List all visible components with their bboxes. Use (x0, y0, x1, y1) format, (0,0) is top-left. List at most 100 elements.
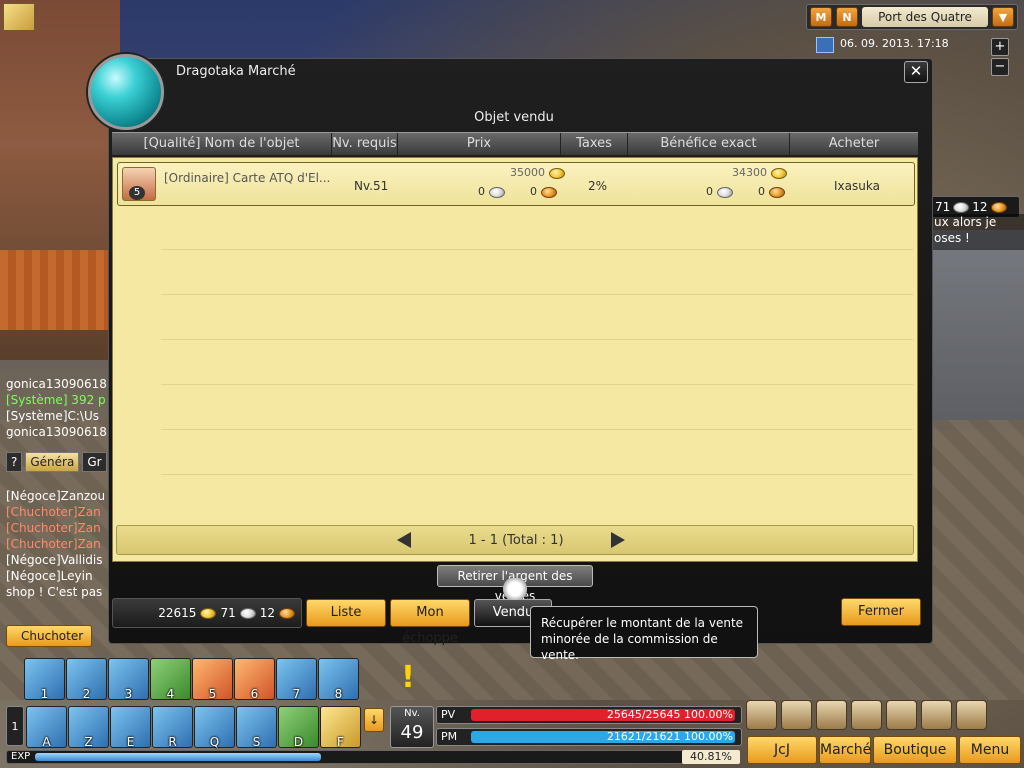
tab-list[interactable]: Liste (306, 599, 386, 627)
map-dropdown-button[interactable]: ▼ (992, 7, 1014, 27)
skill-slot[interactable]: Q (194, 706, 235, 749)
next-page-icon[interactable] (611, 532, 625, 548)
skill-slot[interactable]: Z (68, 706, 109, 749)
npc-speech-bubble: ux alors je oses ! (930, 214, 1024, 250)
profit-gold-amount: 34300 (732, 166, 787, 179)
column-header-price[interactable]: Prix (398, 133, 561, 156)
page-count: 1 - 1 (Total : 1) (468, 533, 564, 548)
skill-key: S (252, 735, 261, 749)
skill-key: A (42, 735, 51, 749)
hp-text: 25645/25645 100.00% (606, 708, 733, 721)
skill-slot[interactable]: 4 (150, 658, 191, 701)
price-silver-value: 0 (478, 185, 485, 198)
skill-slot[interactable]: F (320, 706, 361, 749)
skill-slot[interactable]: 8 (318, 658, 359, 701)
skill-slot[interactable]: S (236, 706, 277, 749)
map-icon[interactable] (886, 700, 917, 730)
hotbar-page[interactable]: 1 (6, 706, 24, 746)
chat-help-tab[interactable]: ? (6, 452, 23, 472)
withdraw-tooltip: Récupérer le montant de la vente minorée… (530, 606, 758, 662)
column-header-buyer[interactable]: Acheter (790, 133, 918, 156)
silver-coin-icon (488, 186, 505, 198)
empty-row-divider (161, 474, 913, 475)
tab-my-shop[interactable]: Mon échoppe (390, 599, 470, 646)
chat-tabs: ? Généra Gr (6, 452, 107, 472)
map-n-button[interactable]: N (836, 7, 858, 27)
skill-slot[interactable]: 7 (276, 658, 317, 701)
skills-icon[interactable] (816, 700, 847, 730)
character-icon[interactable] (746, 700, 777, 730)
empty-row-divider (161, 249, 913, 250)
pet-icon[interactable] (921, 700, 952, 730)
background-roof (0, 250, 115, 330)
exp-label: EXP (11, 751, 31, 762)
book-icon[interactable] (956, 700, 987, 730)
inventory-icon[interactable] (781, 700, 812, 730)
hp-label: PV (441, 708, 456, 721)
skill-slot[interactable]: 5 (192, 658, 233, 701)
skill-key: 1 (40, 687, 49, 701)
level-value: 49 (400, 722, 424, 743)
item-tax: 2% (588, 179, 608, 193)
silver-coin-icon (953, 201, 970, 213)
empty-row-divider (161, 384, 913, 385)
menu-button[interactable]: Menu (959, 736, 1021, 764)
skill-slot[interactable]: 2 (66, 658, 107, 701)
chat-tab-general[interactable]: Généra (25, 452, 80, 472)
silver-coin-icon (716, 186, 733, 198)
column-header-tax[interactable]: Taxes (561, 133, 628, 156)
skill-slot[interactable]: 3 (108, 658, 149, 701)
section-title: Objet vendu (474, 110, 554, 125)
chat-line: [Chuchoter]Zan (6, 505, 101, 519)
table-header: [Qualité] Nom de l'objet Nv. requis Prix… (112, 132, 918, 156)
skill-slot[interactable]: 6 (234, 658, 275, 701)
chat-line: [Chuchoter]Zan (6, 521, 101, 535)
gold-coin-icon (770, 167, 787, 179)
column-header-name[interactable]: [Qualité] Nom de l'objet (112, 133, 332, 156)
silver-amount: 71 (935, 200, 951, 214)
speech-line: ux alors je (934, 215, 997, 229)
chat-channel-select[interactable]: Chuchoter (6, 625, 92, 647)
bronze-coin-icon (540, 186, 557, 198)
skill-slot[interactable]: R (152, 706, 193, 749)
table-row[interactable]: 5 [Ordinaire] Carte ATQ d'El... Nv.51 35… (117, 162, 915, 206)
zoom-out-button[interactable]: − (991, 58, 1009, 76)
map-m-button[interactable]: M (810, 7, 832, 27)
item-level: Nv.51 (354, 179, 389, 193)
exp-fill (35, 753, 321, 761)
market-button[interactable]: Marché (819, 736, 871, 764)
close-window-button[interactable]: ✕ (904, 61, 928, 83)
close-button[interactable]: Fermer (841, 598, 921, 626)
speech-line: oses ! (934, 231, 970, 245)
profit-bronze-value: 0 (758, 185, 765, 198)
chat-line: [Système] 392 p (6, 393, 106, 407)
skill-slot[interactable]: 1 (24, 658, 65, 701)
price-silver-amount: 0 (478, 185, 505, 198)
shop-button[interactable]: Boutique (873, 736, 957, 764)
skill-slot[interactable]: E (110, 706, 151, 749)
price-bronze-value: 0 (530, 185, 537, 198)
chat-line: [Système]C:\Us (6, 409, 99, 423)
profit-silver-amount: 0 (706, 185, 733, 198)
column-header-level[interactable]: Nv. requis (332, 133, 398, 156)
window-title: Dragotaka Marché (176, 64, 296, 79)
chat-tab-group[interactable]: Gr (82, 452, 107, 472)
column-header-profit[interactable]: Bénéfice exact (628, 133, 790, 156)
skill-key: 8 (334, 687, 343, 701)
chat-line: [Négoce]Leyin (6, 569, 93, 583)
player-portrait-icon[interactable] (3, 3, 35, 31)
quest-alert-icon[interactable]: ! (390, 660, 426, 696)
buyer-name: Ixasuka (834, 179, 880, 193)
quest-icon[interactable] (851, 700, 882, 730)
skill-slot[interactable]: A (26, 706, 67, 749)
skill-key: Z (84, 735, 93, 749)
skill-slot[interactable]: D (278, 706, 319, 749)
pvp-button[interactable]: JcJ (747, 736, 817, 764)
skill-bar-bottom: A Z E R Q S D F (26, 706, 361, 750)
skill-key: 6 (250, 687, 259, 701)
hotbar-toggle-icon[interactable]: ↓ (364, 708, 384, 732)
silver-amount: 71 (220, 606, 236, 620)
bronze-coin-icon (990, 201, 1007, 213)
bronze-coin-icon (768, 186, 785, 198)
zoom-in-button[interactable]: + (991, 38, 1009, 56)
